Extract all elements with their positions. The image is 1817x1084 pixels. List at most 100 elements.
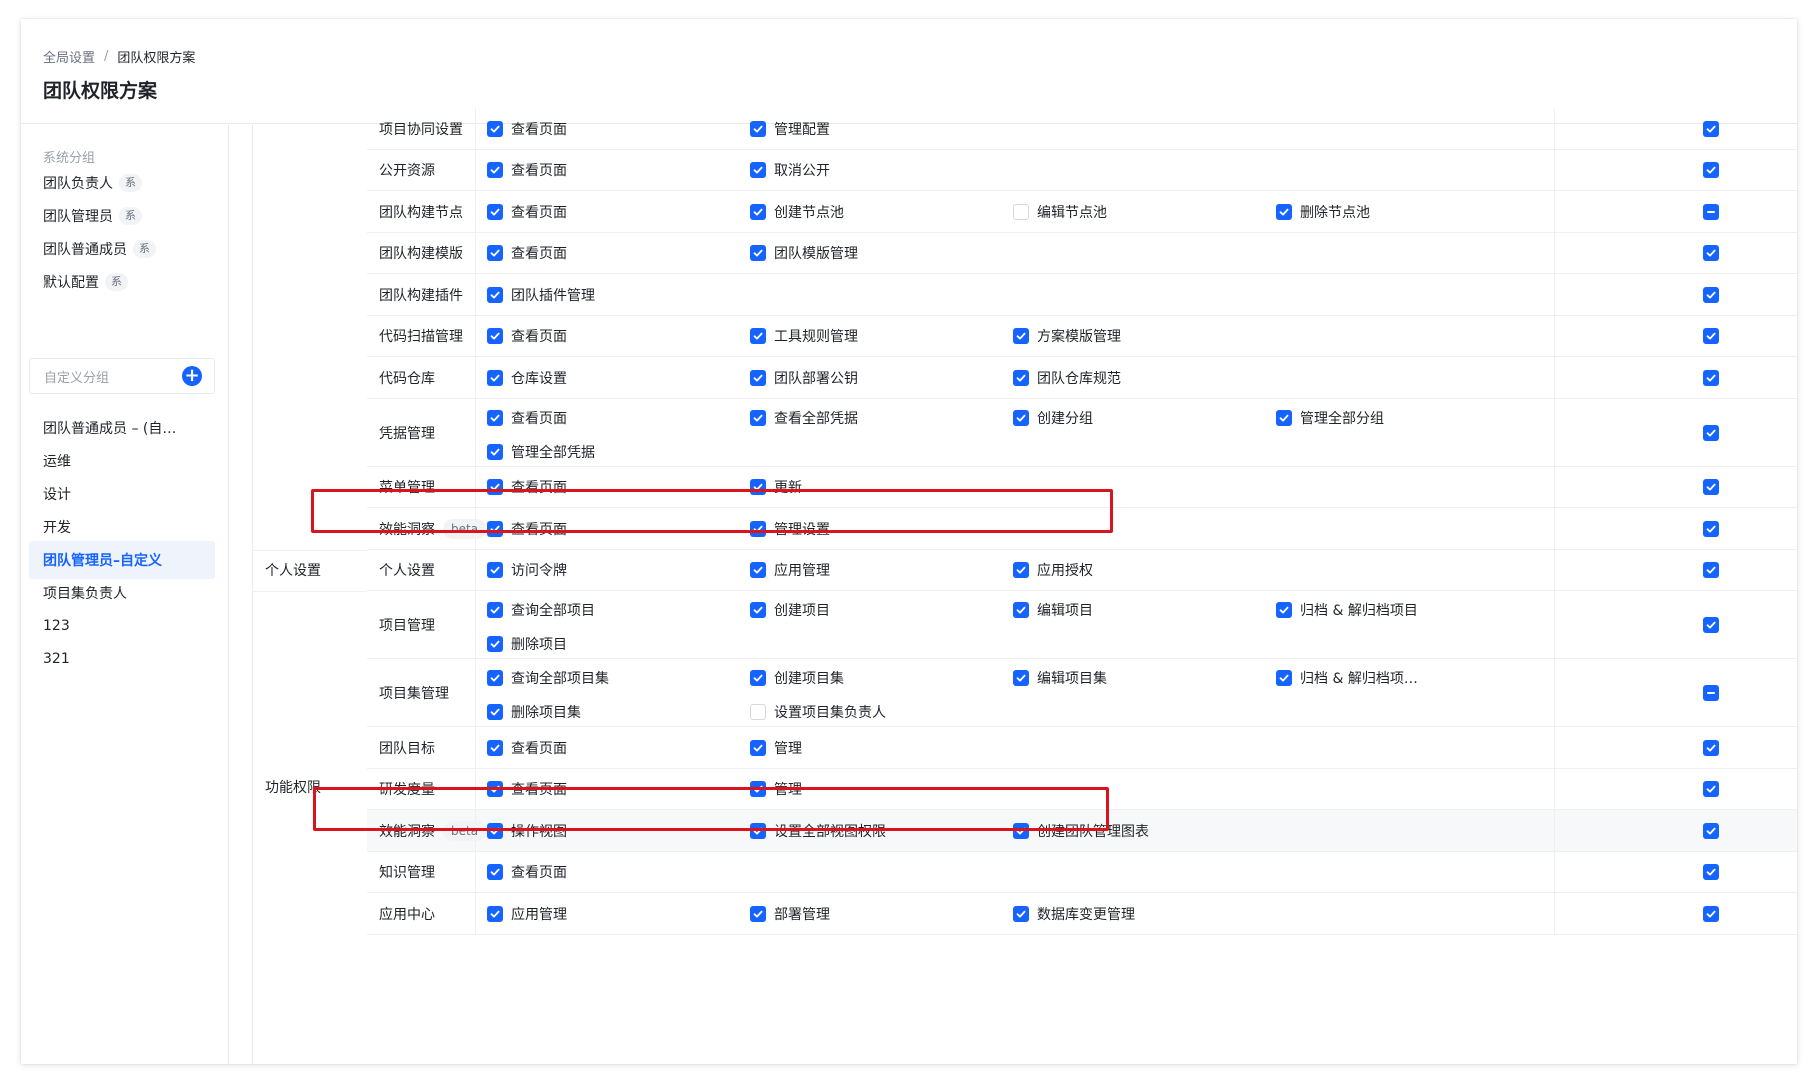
permission-option[interactable]: 创建分组 bbox=[1013, 408, 1093, 428]
permission-checkbox[interactable] bbox=[1276, 602, 1292, 618]
permission-checkbox[interactable] bbox=[487, 864, 503, 881]
row-select-all-checkbox[interactable] bbox=[1703, 739, 1719, 756]
permission-checkbox[interactable] bbox=[1013, 670, 1029, 686]
permission-option[interactable]: 查看页面 bbox=[487, 243, 567, 263]
permission-option[interactable]: 删除项目 bbox=[487, 634, 567, 654]
permission-checkbox[interactable] bbox=[487, 369, 503, 386]
permission-checkbox[interactable] bbox=[750, 602, 766, 618]
permission-checkbox[interactable] bbox=[487, 670, 503, 686]
row-select-all-checkbox[interactable] bbox=[1703, 617, 1719, 633]
permission-checkbox[interactable] bbox=[750, 781, 766, 798]
permission-option[interactable]: 访问令牌 bbox=[487, 560, 567, 580]
permission-option[interactable]: 查看页面 bbox=[487, 119, 567, 139]
permission-option[interactable]: 查看页面 bbox=[487, 862, 567, 882]
permission-option[interactable]: 查看页面 bbox=[487, 326, 567, 346]
permission-option[interactable]: 创建节点池 bbox=[750, 202, 844, 222]
row-select-all-checkbox[interactable] bbox=[1703, 864, 1719, 881]
permission-option[interactable]: 管理全部凭据 bbox=[487, 442, 595, 462]
permission-checkbox[interactable] bbox=[750, 739, 766, 756]
permission-checkbox[interactable] bbox=[487, 120, 503, 137]
permission-option[interactable]: 管理全部分组 bbox=[1276, 408, 1384, 428]
permission-checkbox[interactable] bbox=[750, 704, 766, 720]
permission-checkbox[interactable] bbox=[750, 162, 766, 179]
permission-option[interactable]: 应用管理 bbox=[487, 904, 567, 924]
permission-option[interactable]: 查看全部凭据 bbox=[750, 408, 858, 428]
permission-option[interactable]: 取消公开 bbox=[750, 160, 830, 180]
permission-option[interactable]: 仓库设置 bbox=[487, 368, 567, 388]
permission-checkbox[interactable] bbox=[750, 905, 766, 922]
row-select-all-checkbox[interactable] bbox=[1703, 162, 1719, 179]
permission-checkbox[interactable] bbox=[487, 245, 503, 262]
permission-option[interactable]: 管理设置 bbox=[750, 519, 830, 539]
permission-checkbox[interactable] bbox=[487, 704, 503, 720]
permission-option[interactable]: 更新 bbox=[750, 477, 802, 497]
permission-option[interactable]: 工具规则管理 bbox=[750, 326, 858, 346]
permission-option[interactable]: 编辑项目集 bbox=[1013, 668, 1107, 688]
permission-checkbox[interactable] bbox=[487, 562, 503, 579]
permission-option[interactable]: 应用管理 bbox=[750, 560, 830, 580]
permission-checkbox[interactable] bbox=[1013, 369, 1029, 386]
row-select-all-checkbox[interactable] bbox=[1703, 286, 1719, 303]
permission-checkbox[interactable] bbox=[750, 479, 766, 496]
permission-checkbox[interactable] bbox=[487, 739, 503, 756]
permission-checkbox[interactable] bbox=[1013, 562, 1029, 579]
permission-option[interactable]: 创建项目 bbox=[750, 600, 830, 620]
permission-option[interactable]: 方案模版管理 bbox=[1013, 326, 1121, 346]
permission-option[interactable]: 查看页面 bbox=[487, 738, 567, 758]
permission-option[interactable]: 编辑节点池 bbox=[1013, 202, 1107, 222]
permission-option[interactable]: 团队仓库规范 bbox=[1013, 368, 1121, 388]
permission-option[interactable]: 查看页面 bbox=[487, 202, 567, 222]
row-select-all-checkbox[interactable] bbox=[1703, 781, 1719, 798]
permission-option[interactable]: 查看页面 bbox=[487, 408, 567, 428]
permission-checkbox[interactable] bbox=[487, 443, 503, 460]
permission-option[interactable]: 编辑项目 bbox=[1013, 600, 1093, 620]
permission-checkbox[interactable] bbox=[487, 602, 503, 618]
permission-option[interactable]: 操作视图 bbox=[487, 821, 567, 841]
sidebar-item[interactable]: 默认配置系 bbox=[29, 263, 215, 301]
permission-checkbox[interactable] bbox=[1013, 822, 1029, 839]
row-select-all-checkbox[interactable] bbox=[1703, 822, 1719, 839]
permission-checkbox[interactable] bbox=[750, 409, 766, 426]
permission-option[interactable]: 删除项目集 bbox=[487, 702, 581, 722]
permission-option[interactable]: 查询全部项目 bbox=[487, 600, 595, 620]
row-select-all-checkbox[interactable] bbox=[1703, 120, 1719, 137]
row-select-all-checkbox[interactable] bbox=[1703, 369, 1719, 386]
permission-checkbox[interactable] bbox=[487, 520, 503, 537]
permission-checkbox[interactable] bbox=[750, 520, 766, 537]
permission-checkbox[interactable] bbox=[1013, 328, 1029, 345]
permission-option[interactable]: 部署管理 bbox=[750, 904, 830, 924]
permission-option[interactable]: 查看页面 bbox=[487, 519, 567, 539]
permission-option[interactable]: 删除节点池 bbox=[1276, 202, 1370, 222]
permission-option[interactable]: 应用授权 bbox=[1013, 560, 1093, 580]
row-select-all-checkbox[interactable] bbox=[1703, 562, 1719, 579]
row-select-all-checkbox[interactable] bbox=[1703, 905, 1719, 922]
permission-checkbox[interactable] bbox=[750, 822, 766, 839]
permission-option[interactable]: 团队模版管理 bbox=[750, 243, 858, 263]
permission-checkbox[interactable] bbox=[750, 670, 766, 686]
permission-checkbox[interactable] bbox=[487, 905, 503, 922]
permission-checkbox[interactable] bbox=[487, 286, 503, 303]
permission-checkbox[interactable] bbox=[750, 120, 766, 137]
permission-option[interactable]: 管理 bbox=[750, 738, 802, 758]
permission-option[interactable]: 创建项目集 bbox=[750, 668, 844, 688]
row-select-all-checkbox[interactable] bbox=[1703, 520, 1719, 537]
permission-checkbox[interactable] bbox=[487, 162, 503, 179]
permission-option[interactable]: 创建团队管理图表 bbox=[1013, 821, 1149, 841]
permission-option[interactable]: 团队插件管理 bbox=[487, 285, 595, 305]
sidebar-item[interactable]: 321 bbox=[29, 640, 215, 678]
permission-option[interactable]: 查看页面 bbox=[487, 779, 567, 799]
row-select-all-checkbox[interactable] bbox=[1703, 328, 1719, 345]
row-select-all-checkbox[interactable] bbox=[1703, 685, 1719, 701]
permission-option[interactable]: 设置全部视图权限 bbox=[750, 821, 886, 841]
permission-option[interactable]: 管理配置 bbox=[750, 119, 830, 139]
row-select-all-checkbox[interactable] bbox=[1703, 245, 1719, 262]
permission-checkbox[interactable] bbox=[487, 409, 503, 426]
permission-checkbox[interactable] bbox=[1013, 409, 1029, 426]
permission-checkbox[interactable] bbox=[1276, 409, 1292, 426]
add-group-icon[interactable]: + bbox=[182, 366, 202, 386]
permission-checkbox[interactable] bbox=[487, 479, 503, 496]
permission-checkbox[interactable] bbox=[1013, 905, 1029, 922]
permission-checkbox[interactable] bbox=[1013, 602, 1029, 618]
permission-checkbox[interactable] bbox=[750, 245, 766, 262]
permission-checkbox[interactable] bbox=[1276, 203, 1292, 220]
